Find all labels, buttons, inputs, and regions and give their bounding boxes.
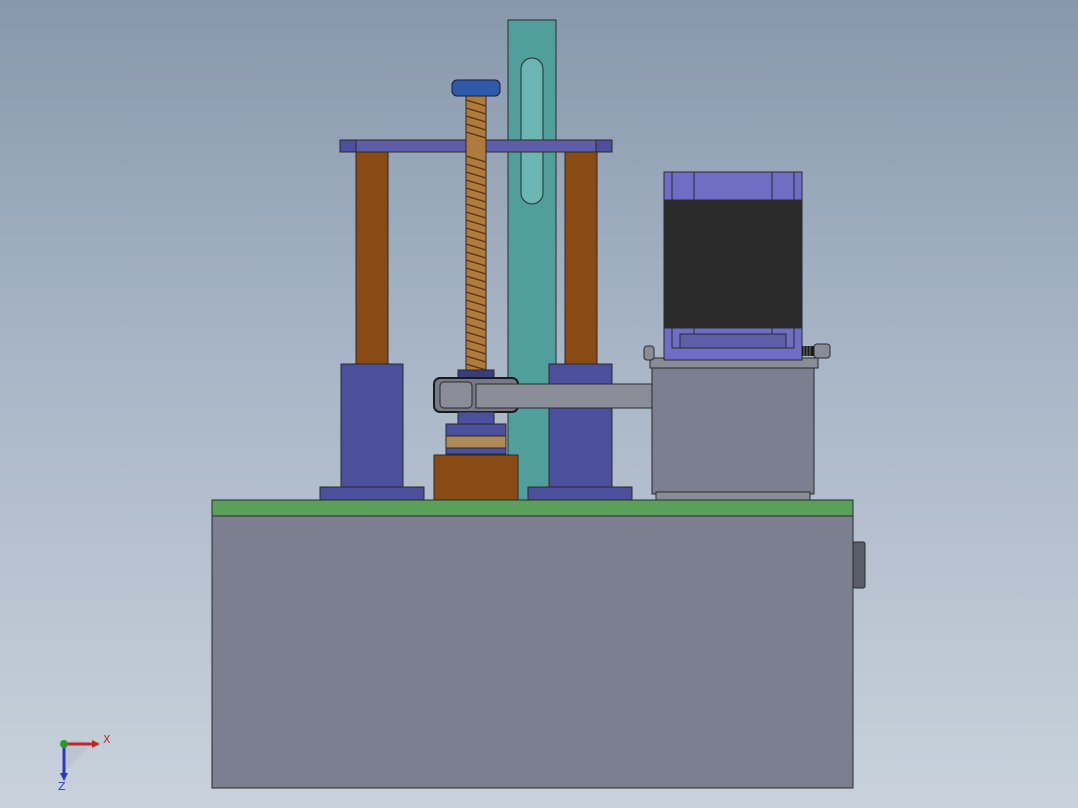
nut-block[interactable] [433,454,519,501]
stepper-motor[interactable] [663,171,803,361]
motor-mount[interactable] [643,343,831,501]
coupling-band[interactable] [445,435,507,449]
base-plate[interactable] [211,499,854,517]
housing-box[interactable] [211,513,854,789]
mount-screw[interactable] [802,346,814,356]
handwheel[interactable] [451,79,501,97]
right-column[interactable] [564,151,598,365]
right-support[interactable] [548,363,613,489]
lead-screw[interactable] [465,93,487,377]
right-flange[interactable] [527,486,633,501]
orientation-triad: X Z [58,733,111,793]
left-flange[interactable] [319,486,425,501]
coupling-top[interactable] [457,411,495,425]
assembly-model[interactable]: X Z [0,0,1078,808]
x-axis-label: X [103,733,111,746]
y-axis-dot [60,740,68,748]
side-knob[interactable] [852,541,866,589]
belt-arm[interactable] [475,383,655,409]
x-axis-arrowhead [92,740,100,748]
left-column[interactable] [355,151,389,365]
left-support[interactable] [340,363,404,489]
z-axis-label: Z [58,780,66,793]
cad-viewport[interactable]: X Z [0,0,1078,808]
